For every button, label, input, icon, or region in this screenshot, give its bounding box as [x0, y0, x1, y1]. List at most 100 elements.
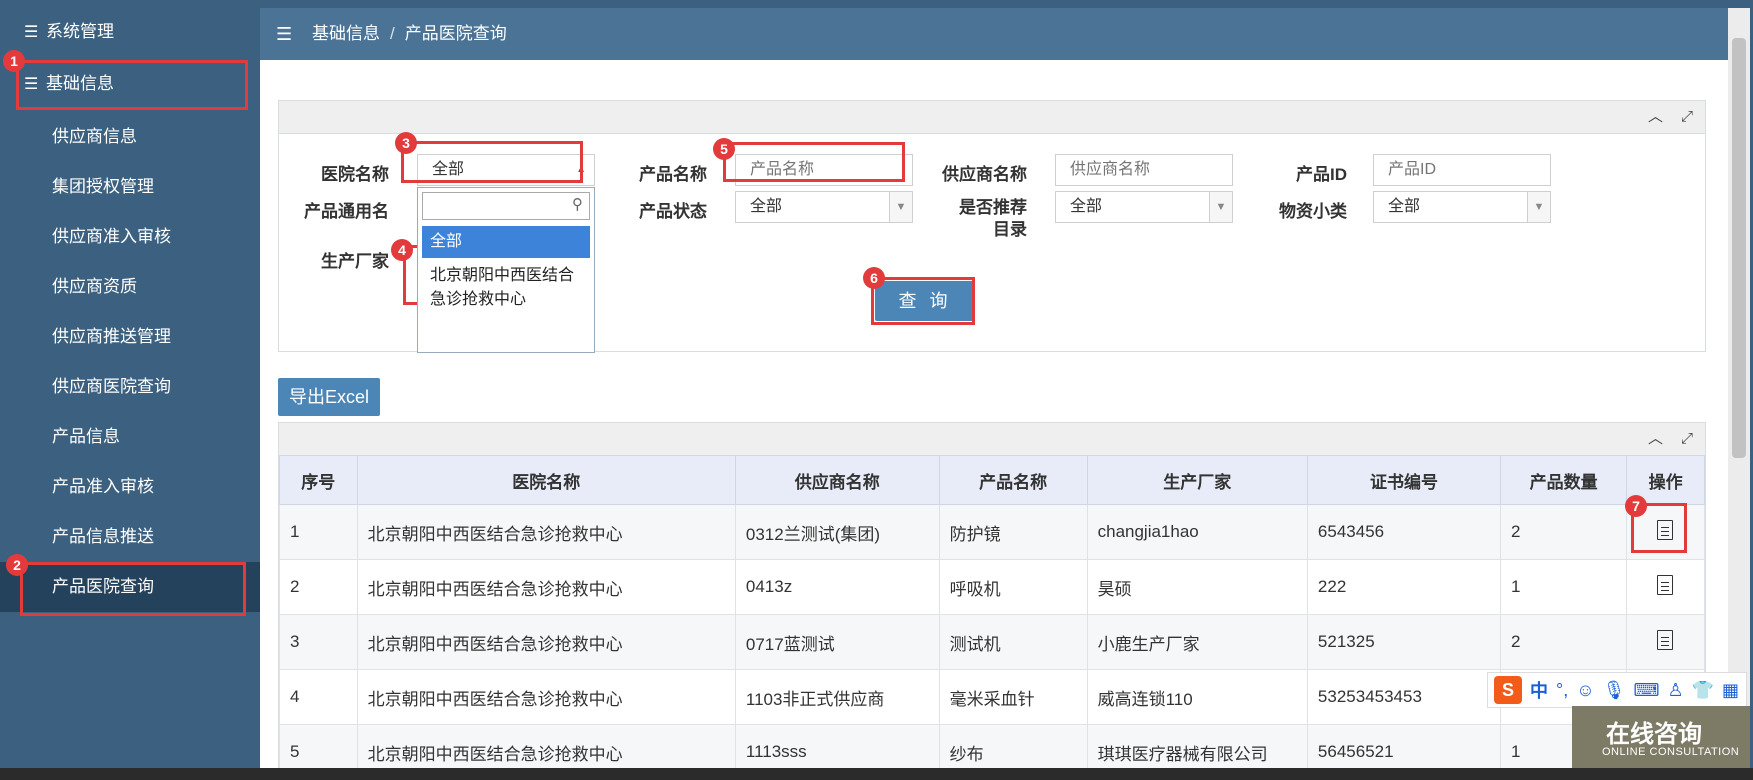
recommended-label-line2: 目录	[993, 220, 1027, 239]
generic-name-label: 产品通用名	[304, 202, 389, 221]
sidebar-item-supplier-hospital-query[interactable]: 供应商医院查询	[0, 362, 304, 412]
cell-no: 3	[279, 614, 358, 670]
sidebar-item-label: 供应商资质	[52, 277, 137, 296]
category-select[interactable]: 全部 ▼	[1373, 191, 1551, 223]
caret-up-icon: ▲	[576, 164, 586, 175]
annotation-badge-4: 4	[391, 239, 413, 261]
search-panel: ︿ ⤢ 医院名称 全部 ▲ 产品名称 供应商名称 产品ID 产品通用名 产品状态…	[278, 100, 1706, 353]
chevron-down-icon: ▼	[1209, 192, 1232, 222]
cell-manufacturer: changjia1hao	[1086, 504, 1308, 560]
sidebar-item-product-push[interactable]: 产品信息推送	[0, 512, 304, 562]
sidebar-item-label: 产品准入审核	[52, 477, 154, 496]
product-name-input[interactable]	[735, 154, 913, 186]
list-icon: ☰	[24, 24, 39, 41]
keyboard-icon[interactable]: ⌨	[1633, 680, 1659, 701]
results-table: 序号 医院名称 供应商名称 产品名称 生产厂家 证书编号 产品数量 操作 1 北…	[279, 455, 1705, 768]
cell-cert: 6543456	[1306, 504, 1501, 560]
table-header-row: 序号 医院名称 供应商名称 产品名称 生产厂家 证书编号 产品数量 操作	[279, 455, 1705, 505]
supplier-name-label: 供应商名称	[942, 165, 1027, 184]
cell-action	[1626, 614, 1705, 670]
emoji-icon[interactable]: ☺	[1576, 680, 1594, 701]
user-icon[interactable]: ♙	[1667, 680, 1683, 701]
column-header-no: 序号	[279, 455, 358, 505]
cell-cert: 222	[1306, 559, 1501, 615]
column-header-supplier: 供应商名称	[734, 455, 940, 505]
expand-icon[interactable]: ⤢	[1681, 423, 1693, 455]
vertical-scrollbar[interactable]	[1728, 8, 1750, 768]
dropdown-search-input[interactable]: ⚲	[422, 192, 590, 220]
recommended-label: 是否推荐 目录	[917, 197, 1027, 241]
category-label: 物资小类	[1279, 202, 1347, 221]
column-header-qty: 产品数量	[1499, 455, 1628, 505]
cell-manufacturer: 小鹿生产厂家	[1086, 614, 1308, 670]
sidebar-item-product-hospital-query[interactable]: 产品医院查询	[0, 562, 304, 612]
document-icon[interactable]	[1657, 519, 1674, 540]
export-excel-button[interactable]: 导出Excel	[278, 378, 380, 416]
cell-qty: 1	[1499, 559, 1628, 615]
dropdown-option-hospital-line2: 急诊抢救中心	[430, 291, 527, 308]
sidebar-item-label: 产品信息	[52, 427, 120, 446]
hospital-name-label: 医院名称	[321, 165, 389, 184]
collapse-icon[interactable]: ︿	[1648, 101, 1663, 133]
table-row: 2 北京朝阳中西医结合急诊抢救中心 0413z 呼吸机 昊硕 222 1	[279, 559, 1705, 615]
cell-supplier: 0717蓝测试	[734, 614, 940, 670]
sidebar-item-group-auth[interactable]: 集团授权管理	[0, 162, 304, 212]
cell-supplier: 0413z	[734, 559, 940, 615]
sidebar-item-supplier-review[interactable]: 供应商准入审核	[0, 212, 304, 262]
recommended-label-line1: 是否推荐	[959, 198, 1027, 217]
results-panel-header: ︿ ⤢	[279, 423, 1705, 456]
sidebar-group-system[interactable]: ☰ 系统管理	[0, 7, 276, 57]
hospital-select[interactable]: 全部 ▲	[417, 154, 595, 186]
sidebar-item-label: 产品信息推送	[52, 527, 154, 546]
menu-toggle-icon[interactable]: ☰	[276, 8, 292, 60]
ime-punctuation[interactable]: °,	[1556, 680, 1568, 701]
cell-manufacturer: 昊硕	[1086, 559, 1308, 615]
annotation-badge-6: 6	[863, 267, 885, 289]
grid-icon[interactable]: ▦	[1722, 680, 1739, 701]
online-consultation-widget[interactable]: 在线咨询 ONLINE CONSULTATION	[1572, 706, 1750, 768]
cell-hospital: 北京朝阳中西医结合急诊抢救中心	[356, 559, 736, 615]
breadcrumb-parent[interactable]: 基础信息	[312, 24, 380, 43]
cell-qty: 2	[1499, 614, 1628, 670]
cell-manufacturer: 威高连锁110	[1086, 669, 1308, 725]
cell-product: 纱布	[938, 724, 1088, 768]
ime-mode[interactable]: 中	[1530, 677, 1548, 703]
sidebar-group-basic-info[interactable]: ☰ 基础信息	[0, 59, 276, 109]
dropdown-option-hospital[interactable]: 北京朝阳中西医结合 急诊抢救中心	[422, 264, 590, 312]
cell-product: 测试机	[938, 614, 1088, 670]
cell-no: 2	[279, 559, 358, 615]
cell-supplier: 0312兰测试(集团)	[734, 504, 940, 560]
supplier-name-input[interactable]	[1055, 154, 1233, 186]
collapse-icon[interactable]: ︿	[1648, 423, 1663, 455]
scrollbar-thumb[interactable]	[1732, 38, 1746, 458]
cell-cert: 53253453453	[1306, 669, 1501, 725]
sidebar-item-product-info[interactable]: 产品信息	[0, 412, 304, 462]
sidebar-item-label: 供应商医院查询	[52, 377, 171, 396]
product-status-select[interactable]: 全部 ▼	[735, 191, 913, 223]
skin-icon[interactable]: 👕	[1692, 680, 1714, 701]
table-row: 5 北京朝阳中西医结合急诊抢救中心 1113sss 纱布 琪琪医疗器械有限公司 …	[279, 724, 1705, 768]
list-icon: ☰	[24, 76, 39, 93]
dropdown-option-all[interactable]: 全部	[422, 226, 590, 258]
product-id-input[interactable]	[1373, 154, 1551, 186]
sidebar-item-supplier-qualification[interactable]: 供应商资质	[0, 262, 304, 312]
query-button[interactable]: 查 询	[875, 281, 975, 321]
sidebar-item-supplier-push[interactable]: 供应商推送管理	[0, 312, 304, 362]
table-row: 3 北京朝阳中西医结合急诊抢救中心 0717蓝测试 测试机 小鹿生产厂家 521…	[279, 614, 1705, 670]
cell-cert: 521325	[1306, 614, 1501, 670]
document-icon[interactable]	[1657, 629, 1674, 650]
sogou-logo-icon: S	[1494, 676, 1522, 704]
cell-product: 呼吸机	[938, 559, 1088, 615]
document-icon[interactable]	[1657, 574, 1674, 595]
annotation-badge-1: 1	[3, 50, 25, 72]
product-id-label: 产品ID	[1296, 165, 1347, 184]
chevron-down-icon: ▼	[889, 192, 912, 222]
sidebar-item-supplier-info[interactable]: 供应商信息	[0, 112, 304, 162]
product-status-value: 全部	[750, 198, 783, 215]
cell-cert: 56456521	[1306, 724, 1501, 768]
sidebar-item-product-review[interactable]: 产品准入审核	[0, 462, 304, 512]
microphone-icon[interactable]: 🎙	[1603, 680, 1626, 701]
expand-icon[interactable]: ⤢	[1681, 101, 1693, 133]
recommended-select[interactable]: 全部 ▼	[1055, 191, 1233, 223]
cell-no: 4	[279, 669, 358, 725]
